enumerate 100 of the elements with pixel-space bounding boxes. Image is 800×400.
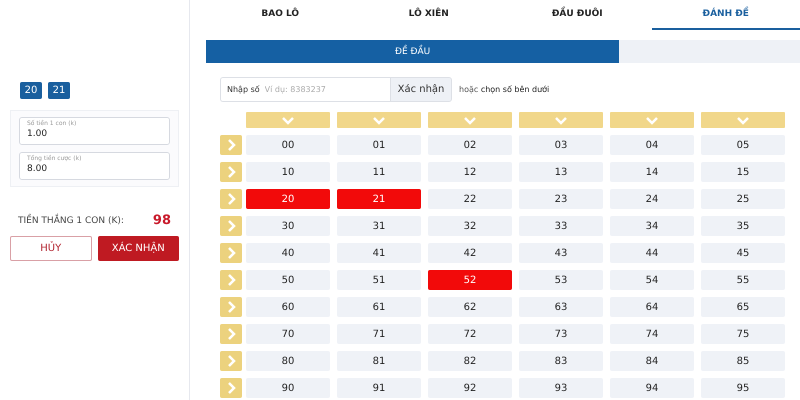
number-cell[interactable]: 53 xyxy=(519,270,603,290)
chevron-down-icon xyxy=(372,116,386,124)
number-cell[interactable]: 62 xyxy=(428,297,512,317)
win-amount: 98 xyxy=(152,213,171,228)
row-select-button[interactable] xyxy=(220,351,242,371)
number-cell[interactable]: 31 xyxy=(337,216,421,236)
row-select-button[interactable] xyxy=(220,162,242,182)
number-cell[interactable]: 30 xyxy=(246,216,330,236)
column-select-button[interactable] xyxy=(701,112,785,128)
tab[interactable]: LÔ XIÊN xyxy=(354,0,503,30)
number-cell[interactable]: 94 xyxy=(610,378,694,398)
number-cell[interactable]: 21 xyxy=(337,189,421,209)
sub-tab[interactable]: ĐỀ ĐẦU xyxy=(206,40,620,63)
number-cell[interactable]: 92 xyxy=(428,378,512,398)
number-cell[interactable]: 72 xyxy=(428,324,512,344)
chevron-right-icon xyxy=(226,300,236,314)
number-cell[interactable]: 60 xyxy=(246,297,330,317)
row-select-button[interactable] xyxy=(220,324,242,344)
number-cell[interactable]: 14 xyxy=(610,162,694,182)
number-cell[interactable]: 10 xyxy=(246,162,330,182)
number-cell[interactable]: 54 xyxy=(610,270,694,290)
number-cell[interactable]: 41 xyxy=(337,243,421,263)
number-cell[interactable]: 02 xyxy=(428,135,512,155)
column-select-button[interactable] xyxy=(246,112,330,128)
number-cell[interactable]: 15 xyxy=(701,162,785,182)
chevron-right-icon xyxy=(226,354,236,368)
row-select-button[interactable] xyxy=(220,270,242,290)
number-cell[interactable]: 50 xyxy=(246,270,330,290)
number-cell[interactable]: 03 xyxy=(519,135,603,155)
number-cell[interactable]: 00 xyxy=(246,135,330,155)
number-cell[interactable]: 91 xyxy=(337,378,421,398)
number-cell[interactable]: 24 xyxy=(610,189,694,209)
number-cell[interactable]: 51 xyxy=(337,270,421,290)
number-cell[interactable]: 70 xyxy=(246,324,330,344)
tab[interactable]: ĐÁNH ĐỀ xyxy=(652,0,800,30)
number-cell[interactable]: 71 xyxy=(337,324,421,344)
number-cell[interactable]: 33 xyxy=(519,216,603,236)
win-label: TIỀN THẮNG 1 CON (K): xyxy=(18,216,124,226)
row-select-button[interactable] xyxy=(220,189,242,209)
number-cell[interactable]: 52 xyxy=(428,270,512,290)
cancel-button[interactable]: HỦY xyxy=(10,236,92,261)
input-label: Nhập số xyxy=(227,85,260,94)
column-select-button[interactable] xyxy=(610,112,694,128)
number-cell[interactable]: 34 xyxy=(610,216,694,236)
number-cell[interactable]: 73 xyxy=(519,324,603,344)
number-cell[interactable]: 74 xyxy=(610,324,694,344)
number-cell[interactable]: 63 xyxy=(519,297,603,317)
number-cell[interactable]: 44 xyxy=(610,243,694,263)
column-select-button[interactable] xyxy=(337,112,421,128)
number-cell[interactable]: 12 xyxy=(428,162,512,182)
number-cell[interactable]: 84 xyxy=(610,351,694,371)
tab[interactable]: ĐẦU ĐUÔI xyxy=(503,0,652,30)
number-cell[interactable]: 43 xyxy=(519,243,603,263)
number-chip: 20 xyxy=(20,82,42,99)
confirm-button[interactable]: Xác nhận xyxy=(390,77,452,102)
number-cell[interactable]: 64 xyxy=(610,297,694,317)
number-cell[interactable]: 75 xyxy=(701,324,785,344)
chevron-down-icon xyxy=(645,116,659,124)
number-cell[interactable]: 13 xyxy=(519,162,603,182)
row-select-button[interactable] xyxy=(220,378,242,398)
column-select-button[interactable] xyxy=(428,112,512,128)
number-cell[interactable]: 81 xyxy=(337,351,421,371)
number-cell[interactable]: 90 xyxy=(246,378,330,398)
number-cell[interactable]: 93 xyxy=(519,378,603,398)
number-cell[interactable]: 22 xyxy=(428,189,512,209)
chevron-right-icon xyxy=(226,192,236,206)
chevron-down-icon xyxy=(554,116,568,124)
number-cell[interactable]: 45 xyxy=(701,243,785,263)
chevron-right-icon xyxy=(226,219,236,233)
number-cell[interactable]: 25 xyxy=(701,189,785,209)
number-cell[interactable]: 85 xyxy=(701,351,785,371)
number-cell[interactable]: 82 xyxy=(428,351,512,371)
number-cell[interactable]: 35 xyxy=(701,216,785,236)
row-select-button[interactable] xyxy=(220,243,242,263)
number-cell[interactable]: 04 xyxy=(610,135,694,155)
chevron-down-icon xyxy=(281,116,295,124)
number-cell[interactable]: 80 xyxy=(246,351,330,371)
number-cell[interactable]: 11 xyxy=(337,162,421,182)
number-cell[interactable]: 42 xyxy=(428,243,512,263)
chevron-right-icon xyxy=(226,327,236,341)
row-select-button[interactable] xyxy=(220,135,242,155)
row-select-button[interactable] xyxy=(220,216,242,236)
number-cell[interactable]: 95 xyxy=(701,378,785,398)
number-cell[interactable]: 83 xyxy=(519,351,603,371)
number-cell[interactable]: 23 xyxy=(519,189,603,209)
column-select-button[interactable] xyxy=(519,112,603,128)
number-cell[interactable]: 01 xyxy=(337,135,421,155)
confirm-button[interactable]: XÁC NHẬN xyxy=(98,236,179,261)
number-cell[interactable]: 55 xyxy=(701,270,785,290)
number-cell[interactable]: 65 xyxy=(701,297,785,317)
number-cell[interactable]: 32 xyxy=(428,216,512,236)
sub-tab[interactable] xyxy=(619,40,800,63)
number-cell[interactable]: 05 xyxy=(701,135,785,155)
number-cell[interactable]: 61 xyxy=(337,297,421,317)
row-select-button[interactable] xyxy=(220,297,242,317)
tab[interactable]: BAO LÔ xyxy=(206,0,354,30)
number-chip: 21 xyxy=(48,82,70,99)
number-cell[interactable]: 40 xyxy=(246,243,330,263)
chevron-right-icon xyxy=(226,246,236,260)
number-cell[interactable]: 20 xyxy=(246,189,330,209)
